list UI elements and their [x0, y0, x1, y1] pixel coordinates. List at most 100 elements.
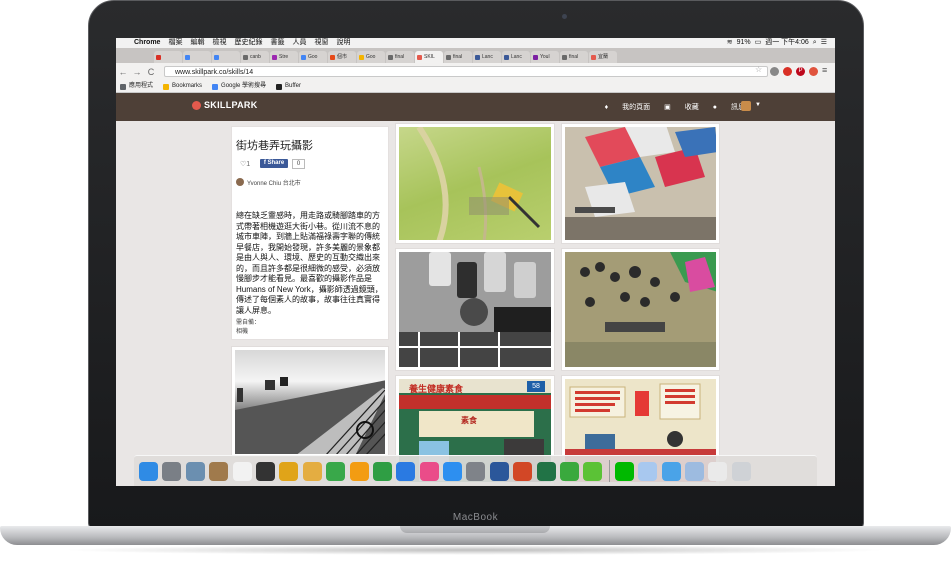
nav-favorites[interactable]: ▣ 收藏	[664, 102, 699, 112]
browser-tab[interactable]	[154, 51, 182, 63]
browser-tab[interactable]: Lanc	[502, 51, 530, 63]
menu-file[interactable]: 檔案	[164, 38, 186, 48]
user-avatar[interactable]	[741, 101, 751, 111]
dock-launchpad-icon[interactable]	[162, 461, 182, 481]
dock-messages-icon[interactable]	[583, 461, 603, 481]
bookmark-scholar[interactable]: Google 學術搜尋	[208, 81, 272, 92]
dock-line-icon[interactable]	[614, 461, 634, 481]
tab-label: Goo	[366, 54, 376, 60]
battery-label[interactable]: 91%	[735, 38, 753, 48]
search-icon[interactable]: ⌕	[811, 38, 819, 48]
dock-trash-icon[interactable]	[731, 461, 751, 481]
dock-excel-icon[interactable]	[536, 461, 556, 481]
tools-label: 需自備：	[236, 320, 261, 326]
dock-itunes-icon[interactable]	[419, 461, 439, 481]
field-illustration	[416, 127, 541, 240]
dock-facetime-icon[interactable]	[326, 461, 346, 481]
dock-finder-icon[interactable]	[139, 461, 158, 481]
bookmark-buffer[interactable]: Buffer	[272, 81, 307, 92]
nav-my-page[interactable]: ♦ 我的頁面	[605, 102, 651, 112]
dock-preview-doc-icon[interactable]	[708, 461, 728, 481]
browser-tab[interactable]: final	[444, 51, 472, 63]
dock-calendar-icon[interactable]	[232, 461, 252, 481]
tab-label: final	[453, 54, 463, 60]
pinterest-icon[interactable]: P	[796, 67, 805, 76]
chevron-down-icon[interactable]: ▼	[755, 102, 761, 108]
menu-view[interactable]: 檢視	[208, 38, 230, 48]
reload-button[interactable]: C	[144, 67, 158, 77]
browser-tab[interactable]	[183, 51, 211, 63]
favicon-icon	[533, 54, 538, 60]
menu-window[interactable]: 視窗	[310, 38, 332, 48]
browser-tab[interactable]: Goo	[357, 51, 385, 63]
notification-icon[interactable]: ☰	[819, 38, 829, 48]
menu-edit[interactable]: 編輯	[186, 38, 208, 48]
dock-pages-icon[interactable]	[349, 461, 369, 481]
browser-tab[interactable]: SKIL	[415, 51, 443, 63]
browser-tab[interactable]: 個市	[328, 51, 356, 63]
dock-word-icon[interactable]	[489, 461, 509, 481]
facebook-share-button[interactable]: f Share	[260, 159, 288, 168]
browser-tab[interactable]: final	[560, 51, 588, 63]
browser-tab[interactable]	[212, 51, 240, 63]
wifi-icon[interactable]: ≋	[725, 38, 735, 48]
browser-tab[interactable]: 宜蘭	[589, 51, 617, 63]
dock-system-preferences-icon[interactable]	[466, 461, 486, 481]
dock-contacts-icon[interactable]	[209, 461, 229, 481]
menu-history[interactable]: 歷史紀錄	[230, 38, 266, 48]
menu-app[interactable]: Chrome	[130, 38, 164, 48]
forward-button[interactable]: →	[130, 67, 144, 77]
tab-label: canb	[250, 54, 261, 60]
clock[interactable]: 週一 下午4:06	[763, 38, 811, 48]
site-logo[interactable]: SKILLPARK	[192, 100, 258, 110]
laptop-base-notch	[400, 526, 550, 533]
tab-label: SKIL	[424, 54, 435, 60]
menu-people[interactable]: 人員	[288, 38, 310, 48]
bookmark-star-icon[interactable]: ☆	[755, 65, 762, 74]
browser-tab[interactable]: Goo	[299, 51, 327, 63]
dock-applications-folder-icon[interactable]	[661, 461, 681, 481]
dock-evernote-icon[interactable]	[560, 461, 580, 481]
dock-numbers-icon[interactable]	[372, 461, 392, 481]
chrome-menu-icon[interactable]: ≡	[822, 65, 827, 75]
photo-crowd[interactable]	[561, 248, 720, 371]
favicon-icon	[562, 54, 567, 60]
back-button[interactable]: ←	[116, 67, 130, 77]
apple-icon[interactable]	[116, 38, 130, 48]
dock-chrome-icon[interactable]	[279, 461, 299, 481]
address-bar[interactable]: www.skillpark.co/skills/14	[164, 66, 768, 77]
dock-documents-folder-icon[interactable]	[638, 461, 658, 481]
photo-bridge[interactable]	[231, 346, 389, 458]
dock-downloads-folder-icon[interactable]	[684, 461, 704, 481]
bookmark-label: Buffer	[285, 83, 301, 89]
extension-icon[interactable]	[783, 67, 792, 76]
browser-tab[interactable]: final	[386, 51, 414, 63]
browser-tab[interactable]: Lanc	[473, 51, 501, 63]
browser-tab[interactable]: Stre	[270, 51, 298, 63]
dock-preview-icon[interactable]	[185, 461, 205, 481]
dock-app-store-icon[interactable]	[443, 461, 463, 481]
like-button[interactable]: ♡1	[240, 160, 250, 168]
store-number: 58	[527, 381, 545, 392]
photo-field[interactable]	[395, 123, 555, 244]
dock-powerpoint-icon[interactable]	[513, 461, 533, 481]
author-avatar[interactable]	[236, 178, 244, 186]
menu-bookmarks[interactable]: 書籤	[266, 38, 288, 48]
dock	[134, 455, 817, 486]
extension-icon[interactable]	[809, 67, 818, 76]
browser-tab[interactable]: canb	[241, 51, 269, 63]
site-nav: ♦ 我的頁面 ▣ 收藏 ● 訊息	[591, 102, 745, 112]
photo-market-tents[interactable]	[561, 123, 720, 244]
browser-tab[interactable]: Youl	[531, 51, 559, 63]
dock-keynote-icon[interactable]	[396, 461, 416, 481]
bookmark-apps[interactable]: 應用程式	[116, 81, 159, 92]
bookmark-bookmarks[interactable]: Bookmarks	[159, 81, 208, 92]
author-name[interactable]: Yvonne Chiu 台北市	[247, 178, 301, 187]
favicon-icon	[301, 54, 306, 60]
menu-help[interactable]: 說明	[332, 38, 354, 48]
extension-icon[interactable]	[770, 67, 779, 76]
battery-icon[interactable]: ▭	[753, 38, 764, 48]
photo-parking[interactable]	[395, 248, 555, 371]
dock-photos-booth-icon[interactable]	[255, 461, 275, 481]
dock-photos-icon[interactable]	[302, 461, 322, 481]
